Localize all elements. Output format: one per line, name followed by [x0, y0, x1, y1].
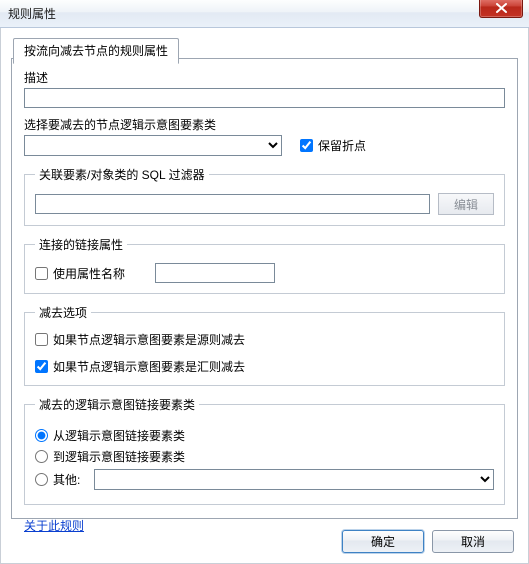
subtract-options-group: 减去选项 如果节点逻辑示意图要素是源则减去 如果节点逻辑示意图要素是汇则减去 — [24, 304, 505, 386]
linkclass-group: 减去的逻辑示意图链接要素类 从逻辑示意图链接要素类 到逻辑示意图链接要素类 其他… — [24, 396, 505, 505]
tab-main[interactable]: 按流向减去节点的规则属性 — [13, 38, 179, 64]
select-class-label: 选择要减去的节点逻辑示意图要素类 — [24, 116, 505, 133]
sql-filter-legend: 关联要素/对象类的 SQL 过滤器 — [35, 166, 209, 183]
window-title: 规则属性 — [0, 5, 56, 22]
tab-strip: 按流向减去节点的规则属性 — [13, 38, 179, 64]
dialog-footer: 确定 取消 — [342, 530, 514, 553]
preserve-vertices-checkbox[interactable] — [300, 139, 313, 152]
if-source-checkbox[interactable] — [35, 333, 48, 346]
desc-label: 描述 — [24, 69, 505, 86]
sql-edit-button: 编辑 — [438, 193, 494, 215]
conn-props-legend: 连接的链接属性 — [35, 236, 127, 253]
use-propname-label: 使用属性名称 — [53, 265, 125, 282]
cancel-button[interactable]: 取消 — [432, 530, 514, 553]
linkclass-to-wrap[interactable]: 到逻辑示意图链接要素类 — [35, 448, 494, 465]
use-propname-checkbox-wrap[interactable]: 使用属性名称 — [35, 265, 125, 282]
select-class-dropdown[interactable] — [24, 135, 282, 156]
linkclass-to-label: 到逻辑示意图链接要素类 — [53, 448, 185, 465]
use-propname-checkbox[interactable] — [35, 267, 48, 280]
ok-button[interactable]: 确定 — [342, 530, 424, 553]
linkclass-from-label: 从逻辑示意图链接要素类 — [53, 427, 185, 444]
if-sink-label: 如果节点逻辑示意图要素是汇则减去 — [53, 358, 245, 375]
subtract-options-legend: 减去选项 — [35, 304, 91, 321]
sql-filter-group: 关联要素/对象类的 SQL 过滤器 编辑 — [24, 166, 505, 226]
conn-props-group: 连接的链接属性 使用属性名称 — [24, 236, 505, 294]
linkclass-from-radio[interactable] — [35, 429, 48, 442]
about-rule-link[interactable]: 关于此规则 — [24, 517, 84, 534]
sql-filter-input[interactable] — [35, 194, 430, 214]
close-button[interactable] — [479, 0, 523, 18]
linkclass-legend: 减去的逻辑示意图链接要素类 — [35, 396, 199, 413]
if-source-label: 如果节点逻辑示意图要素是源则减去 — [53, 331, 245, 348]
close-icon — [496, 3, 507, 13]
preserve-vertices-label: 保留折点 — [318, 137, 366, 154]
propname-input[interactable] — [155, 263, 275, 283]
linkclass-other-wrap[interactable]: 其他: — [35, 471, 80, 488]
preserve-vertices-checkbox-wrap[interactable]: 保留折点 — [300, 137, 366, 154]
linkclass-from-wrap[interactable]: 从逻辑示意图链接要素类 — [35, 427, 494, 444]
linkclass-other-radio[interactable] — [35, 473, 48, 486]
tab-panel: 描述 选择要减去的节点逻辑示意图要素类 保留折点 关联要素/对象类的 SQL 过… — [11, 58, 518, 519]
linkclass-other-dropdown[interactable] — [94, 469, 494, 490]
linkclass-other-label: 其他: — [53, 471, 80, 488]
desc-input[interactable] — [24, 88, 505, 108]
linkclass-to-radio[interactable] — [35, 450, 48, 463]
if-source-checkbox-wrap[interactable]: 如果节点逻辑示意图要素是源则减去 — [35, 331, 494, 348]
if-sink-checkbox-wrap[interactable]: 如果节点逻辑示意图要素是汇则减去 — [35, 358, 494, 375]
client-area: 按流向减去节点的规则属性 描述 选择要减去的节点逻辑示意图要素类 保留折点 关联… — [0, 28, 529, 564]
if-sink-checkbox[interactable] — [35, 360, 48, 373]
title-bar: 规则属性 — [0, 0, 529, 28]
